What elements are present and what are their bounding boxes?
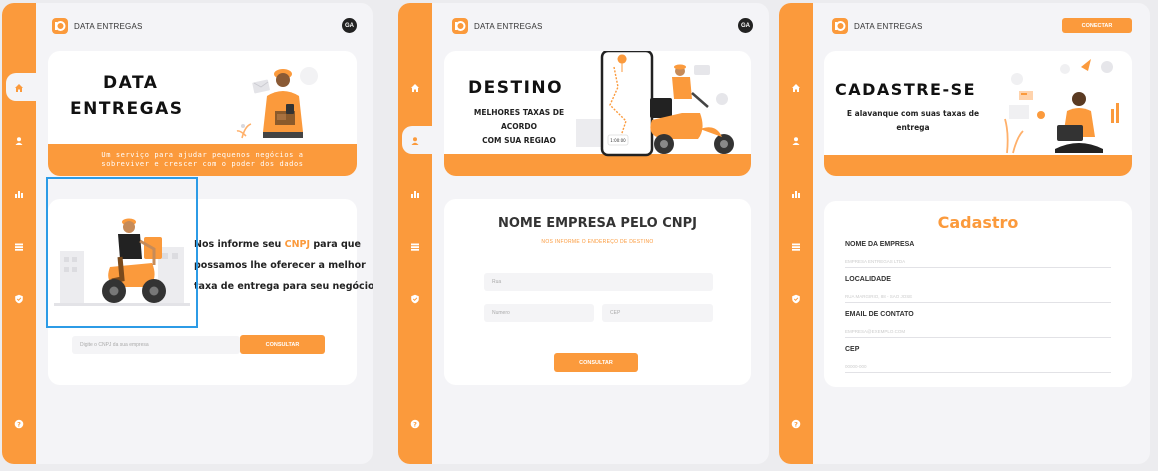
form-title: Cadastro xyxy=(937,213,1019,232)
consultar-button[interactable]: CONSULTAR xyxy=(240,335,325,354)
cnpj-input[interactable]: Digite o CNPJ da sua empresa xyxy=(72,336,240,354)
svg-text:?: ? xyxy=(17,420,21,428)
phone-scooter-illustration: 1:00:00 xyxy=(576,51,734,157)
destino-form-card: NOME EMPRESA PELO CNPJ NOS INFORME O END… xyxy=(444,199,751,385)
delivery-courier-illustration xyxy=(236,67,318,139)
rua-input[interactable]: Rua xyxy=(484,273,713,291)
home-icon[interactable] xyxy=(788,80,804,96)
brand-name: DATA ENTREGAS xyxy=(474,22,543,31)
hero-banner: DATA ENTREGAS Um serviço para ajudar peq… xyxy=(48,51,357,176)
brand-logo-icon xyxy=(452,18,468,34)
cnpj-highlight: CNPJ xyxy=(284,239,311,250)
form-subtitle: NOS INFORME O ENDEREÇO DE DESTINO xyxy=(541,239,654,245)
email-input[interactable]: EMPRESA@EXEMPLO.COM xyxy=(845,329,1111,338)
brand-name: DATA ENTREGAS xyxy=(854,22,923,31)
shield-icon[interactable] xyxy=(11,291,27,307)
home-icon[interactable] xyxy=(11,80,27,96)
svg-text:?: ? xyxy=(794,420,798,428)
hero-subtitle: MELHORES TAXAS DE ACORDO COM SUA REGIAO xyxy=(473,108,565,145)
nav-rail: ? xyxy=(779,3,813,464)
shield-icon[interactable] xyxy=(407,291,423,307)
user-icon[interactable] xyxy=(407,133,423,149)
home-icon[interactable] xyxy=(407,80,423,96)
consultar-button[interactable]: CONSULTAR xyxy=(554,353,638,372)
list-icon[interactable] xyxy=(11,239,27,255)
svg-text:1:00:00: 1:00:00 xyxy=(610,138,626,143)
hero-band xyxy=(824,155,1132,176)
numero-input[interactable]: Numero xyxy=(484,304,594,322)
localidade-input[interactable]: RUA MARGIRIO, 88 - SAO JOSE xyxy=(845,294,1111,303)
hero-title: DESTINO xyxy=(468,78,564,98)
field-label-email: EMAIL DE CONTATO xyxy=(845,311,914,318)
bar-chart-icon[interactable] xyxy=(11,186,27,202)
field-label-localidade: LOCALIDADE xyxy=(845,276,891,283)
hero-banner: DESTINO MELHORES TAXAS DE ACORDO COM SUA… xyxy=(444,51,751,176)
help-icon[interactable]: ? xyxy=(11,416,27,432)
brand-logo-icon xyxy=(52,18,68,34)
top-bar: DATA ENTREGAS CONECTAR xyxy=(832,18,1132,38)
hero-title-line2: ENTREGAS xyxy=(70,99,184,119)
nome-empresa-input[interactable]: EMPRESA ENTREGAS LTDA xyxy=(845,259,1111,268)
hero-subtitle: E alavanque com suas taxas de entrega xyxy=(846,109,980,132)
list-icon[interactable] xyxy=(407,239,423,255)
selection-outline xyxy=(46,177,198,328)
avatar[interactable]: GA xyxy=(738,18,753,33)
nav-rail: ? xyxy=(2,3,40,464)
hero-banner: CADASTRE-SE E alavanque com suas taxas d… xyxy=(824,51,1132,176)
laptop-woman-illustration xyxy=(1004,59,1119,154)
list-icon[interactable] xyxy=(788,239,804,255)
hero-title: CADASTRE-SE xyxy=(835,80,977,99)
help-icon[interactable]: ? xyxy=(407,416,423,432)
hero-tagline: Um serviço para ajudar pequenos negócios… xyxy=(101,151,304,168)
cep-input[interactable]: CEP xyxy=(602,304,713,322)
brand-logo-icon xyxy=(832,18,848,34)
hero-title-line1: DATA xyxy=(103,73,159,93)
cnpj-info-text: Nos informe seu CNPJ para que possamos l… xyxy=(194,239,373,292)
cep-input[interactable]: 00000-000 xyxy=(845,364,1111,373)
user-icon[interactable] xyxy=(11,133,27,149)
cadastro-form-card: Cadastro NOME DA EMPRESA EMPRESA ENTREGA… xyxy=(824,201,1132,387)
nav-rail: ? xyxy=(398,3,436,464)
top-bar: DATA ENTREGAS GA xyxy=(452,18,753,38)
bar-chart-icon[interactable] xyxy=(407,186,423,202)
conectar-button[interactable]: CONECTAR xyxy=(1062,18,1132,33)
form-title: NOME EMPRESA PELO CNPJ xyxy=(497,216,698,231)
svg-text:?: ? xyxy=(413,420,417,428)
brand-name: DATA ENTREGAS xyxy=(74,22,143,31)
shield-icon[interactable] xyxy=(788,291,804,307)
help-icon[interactable]: ? xyxy=(788,416,804,432)
top-bar: DATA ENTREGAS GA xyxy=(52,18,357,38)
screen-destino: ? DATA ENTREGAS GA DESTINO MELHORES TAXA… xyxy=(398,3,769,464)
screen-cadastro: ? DATA ENTREGAS CONECTAR CADASTRE-SE E a… xyxy=(779,3,1150,464)
user-icon[interactable] xyxy=(788,133,804,149)
field-label-cep: CEP xyxy=(845,346,860,353)
bar-chart-icon[interactable] xyxy=(788,186,804,202)
avatar[interactable]: GA xyxy=(342,18,357,33)
screen-home: ? DATA ENTREGAS GA DATA ENTREGAS Um serv… xyxy=(2,3,373,464)
field-label-nome: NOME DA EMPRESA xyxy=(845,241,915,248)
